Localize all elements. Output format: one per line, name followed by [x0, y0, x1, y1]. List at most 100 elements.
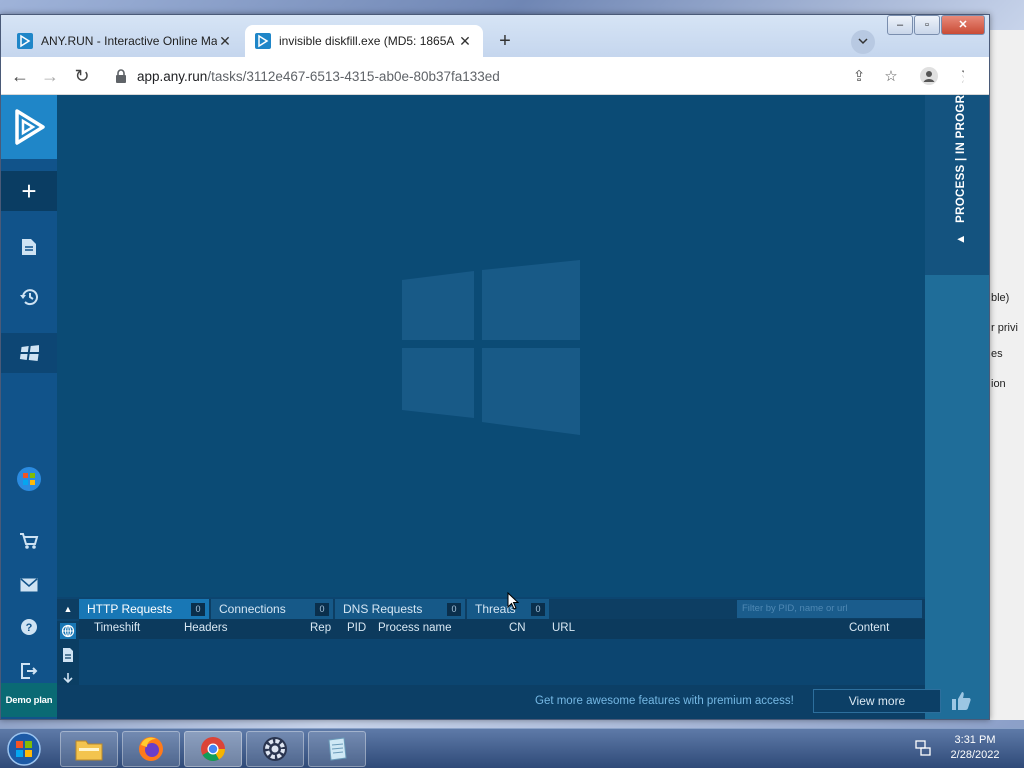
anyrun-logo[interactable]	[1, 95, 57, 159]
tab-dns-requests[interactable]: DNS Requests 0	[335, 599, 465, 619]
column-header[interactable]: PID	[347, 622, 366, 634]
count-badge: 0	[315, 603, 329, 616]
taskbar-settings[interactable]	[246, 731, 304, 767]
tab-connections[interactable]: Connections 0	[211, 599, 333, 619]
windows-orb-icon	[17, 467, 41, 491]
system-clock[interactable]: 3:31 PM 2/28/2022	[940, 733, 1010, 763]
file-icon[interactable]	[60, 647, 76, 663]
chrome-icon	[201, 737, 225, 762]
column-header[interactable]: CN	[509, 622, 526, 634]
url-path: /tasks/3112e467-6513-4315-ab0e-80b37fa13…	[207, 68, 500, 84]
column-header[interactable]: Rep	[310, 622, 331, 634]
network-tabs: ▲ HTTP Requests 0 Connections 0 DNS Requ…	[57, 599, 925, 619]
column-header[interactable]: URL	[552, 622, 575, 634]
filter-input[interactable]: Filter by PID, name or url	[737, 600, 922, 618]
firefox-icon	[139, 737, 163, 761]
forward-arrow-icon[interactable]: →	[39, 65, 61, 87]
anyrun-app: + ? Demo plan ▲ PROCESS | IN PROGRESS ▲ …	[1, 71, 989, 719]
history-button[interactable]	[1, 277, 57, 317]
plus-icon: +	[21, 175, 37, 206]
cart-button[interactable]	[1, 521, 57, 561]
maximize-button[interactable]: ▫	[914, 15, 940, 35]
tab-task[interactable]: invisible diskfill.exe (MD5: 1865A ✕	[245, 25, 483, 57]
reload-icon[interactable]: ↻	[71, 65, 93, 87]
column-header[interactable]: Process name	[378, 622, 452, 634]
demo-plan-badge[interactable]: Demo plan	[1, 683, 57, 717]
tab-label: DNS Requests	[343, 602, 423, 616]
document-icon	[22, 239, 36, 255]
reports-button[interactable]	[1, 227, 57, 267]
anyrun-favicon-icon	[255, 33, 271, 49]
star-icon[interactable]: ☆	[881, 67, 901, 87]
background-text: ble)	[991, 292, 1010, 304]
history-icon	[20, 289, 38, 306]
count-badge: 0	[191, 603, 205, 616]
collapse-arrow-icon[interactable]: ▲	[57, 599, 79, 619]
taskbar-chrome[interactable]	[184, 731, 242, 767]
help-icon: ?	[21, 619, 37, 635]
lock-icon	[116, 69, 126, 83]
browser-toolbar: ← → ↻ app.any.run/tasks/3112e467-6513-43…	[1, 57, 989, 95]
new-task-button[interactable]: +	[1, 171, 57, 211]
tab-label: Connections	[219, 602, 286, 616]
taskbar-notepad[interactable]	[308, 731, 366, 767]
browser-window: ANY.RUN - Interactive Online Ma ✕ invisi…	[0, 14, 990, 720]
minimize-button[interactable]: –	[887, 15, 913, 35]
share-icon[interactable]: ⇪	[849, 67, 869, 87]
tab-http-requests[interactable]: HTTP Requests 0	[79, 599, 209, 619]
column-header[interactable]: Content	[849, 622, 889, 634]
mail-button[interactable]	[1, 565, 57, 605]
background-text: es	[991, 348, 1003, 360]
tab-title: ANY.RUN - Interactive Online Ma	[41, 34, 217, 48]
address-bar[interactable]: app.any.run/tasks/3112e467-6513-4315-ab0…	[105, 61, 905, 91]
network-side-tools	[57, 621, 79, 685]
background-window[interactable]: ble) r privi es ion	[988, 30, 1024, 720]
new-tab-button[interactable]: +	[493, 30, 517, 54]
windows-logo-icon	[402, 260, 580, 435]
start-button[interactable]	[4, 730, 44, 768]
tab-title: invisible diskfill.exe (MD5: 1865A	[279, 34, 455, 48]
premium-footer: Get more awesome features with premium a…	[57, 685, 941, 719]
tab-strip: ANY.RUN - Interactive Online Ma ✕ invisi…	[1, 15, 989, 57]
clock-date: 2/28/2022	[950, 749, 1000, 761]
url-host: app.any.run	[137, 68, 208, 84]
view-more-button[interactable]: View more	[813, 689, 941, 713]
background-text: ion	[991, 378, 1006, 390]
vm-screen[interactable]	[57, 95, 925, 597]
back-arrow-icon[interactable]: ←	[9, 65, 31, 87]
profile-icon[interactable]	[919, 67, 939, 87]
window-close-button[interactable]: ✕	[941, 15, 985, 35]
taskbar: 3:31 PM 2/28/2022	[0, 728, 1024, 768]
column-header[interactable]: Timeshift	[94, 622, 140, 634]
network-panel: ▲ HTTP Requests 0 Connections 0 DNS Requ…	[57, 597, 925, 685]
thumbs-up-icon[interactable]	[949, 689, 973, 713]
help-button[interactable]: ?	[1, 607, 57, 647]
process-panel[interactable]: ▲ PROCESS | IN PROGRESS	[925, 71, 989, 719]
process-panel-header[interactable]: ▲ PROCESS | IN PROGRESS	[925, 71, 989, 275]
mouse-cursor-icon	[507, 592, 519, 610]
tab-search-button[interactable]	[851, 30, 875, 54]
windows-flag-icon	[19, 345, 39, 361]
network-tray-icon[interactable]	[914, 739, 932, 757]
taskbar-explorer[interactable]	[60, 731, 118, 767]
window-controls: – ▫ ✕	[886, 15, 985, 35]
column-header[interactable]: Headers	[184, 622, 227, 634]
globe-icon[interactable]	[60, 623, 76, 639]
tab-anyrun-home[interactable]: ANY.RUN - Interactive Online Ma ✕	[7, 25, 243, 57]
logout-icon	[21, 663, 38, 679]
anyrun-favicon-icon	[17, 33, 33, 49]
taskbar-firefox[interactable]	[122, 731, 180, 767]
os-button[interactable]	[1, 333, 57, 373]
folder-icon	[75, 740, 103, 761]
clock-time: 3:31 PM	[954, 734, 996, 746]
url-text: app.any.run/tasks/3112e467-6513-4315-ab0…	[137, 69, 500, 84]
count-badge: 0	[531, 603, 545, 616]
mail-icon	[20, 578, 38, 592]
avatar	[920, 67, 938, 85]
close-icon[interactable]: ✕	[457, 33, 473, 49]
close-icon[interactable]: ✕	[217, 33, 233, 49]
tab-label: HTTP Requests	[87, 602, 173, 616]
windows-orb-button[interactable]	[1, 459, 57, 499]
anyrun-logo-icon	[15, 109, 45, 145]
chevron-down-icon	[858, 38, 868, 45]
